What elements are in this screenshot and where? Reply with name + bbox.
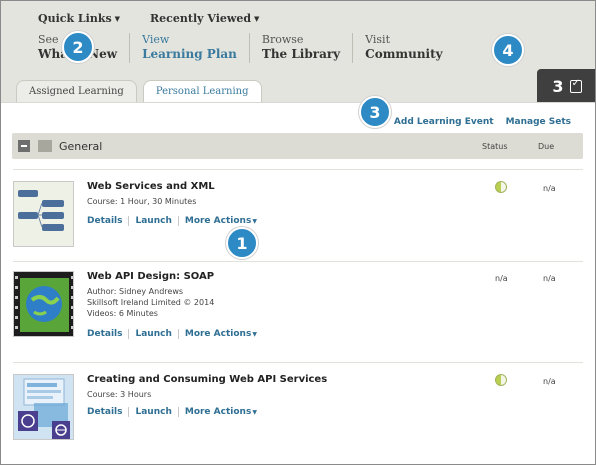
callout-marker-1: 1 [226, 227, 258, 259]
group-label: General [59, 139, 103, 153]
item-title[interactable]: Creating and Consuming Web API Services [87, 374, 327, 385]
course-thumbnail[interactable] [13, 181, 74, 247]
list-item: Creating and Consuming Web API Services … [13, 374, 583, 444]
nav-learning-plan-line1: View [142, 33, 170, 46]
link-separator [177, 216, 179, 226]
status-value: n/a [495, 274, 508, 283]
list-item: Web Services and XML Course: 1 Hour, 30 … [13, 181, 583, 251]
nav-community-line2: Community [365, 47, 443, 61]
nav-library-line1: Browse [261, 33, 304, 46]
group-header: General Status Due [12, 133, 583, 159]
tab-assigned-learning[interactable]: Assigned Learning [16, 80, 137, 103]
launch-link[interactable]: Launch [135, 329, 171, 339]
due-column-header: Due [538, 141, 555, 151]
web-services-thumbnail-icon [14, 375, 73, 439]
link-separator [177, 407, 179, 417]
item-links: Details Launch More Actions▼ [87, 407, 257, 417]
plan-actions: Add Learning Event Manage Sets [394, 117, 571, 127]
more-actions-link[interactable]: More Actions▼ [185, 216, 257, 226]
item-meta: Course: 3 Hours [87, 390, 152, 399]
main-nav: See What's New View Learning Plan Browse… [38, 33, 455, 63]
item-meta-duration: Videos: 6 Minutes [87, 309, 158, 318]
manage-sets-link[interactable]: Manage Sets [506, 117, 571, 127]
half-complete-status-icon [495, 374, 507, 386]
quick-links-label: Quick Links [38, 12, 112, 25]
folder-icon [38, 140, 52, 152]
more-actions-link[interactable]: More Actions▼ [185, 407, 257, 417]
details-link[interactable]: Details [87, 329, 122, 339]
more-actions-link[interactable]: More Actions▼ [185, 329, 257, 339]
recently-viewed-menu[interactable]: Recently Viewed ▼ [150, 12, 259, 25]
details-link[interactable]: Details [87, 407, 122, 417]
link-separator [177, 329, 179, 339]
course-thumbnail[interactable] [13, 374, 74, 440]
nav-library-line2: The Library [261, 47, 341, 61]
divider [13, 261, 583, 262]
nav-learning-plan[interactable]: View Learning Plan [129, 33, 249, 63]
chevron-down-icon: ▼ [254, 14, 260, 23]
link-separator [128, 407, 130, 417]
launch-link[interactable]: Launch [135, 216, 171, 226]
side-panel-number: 3 [552, 76, 564, 96]
divider [13, 169, 583, 170]
more-actions-label: More Actions [184, 407, 252, 417]
divider [13, 362, 583, 363]
quick-links-menu[interactable]: Quick Links ▼ [38, 12, 120, 25]
status-column-header: Status [482, 141, 508, 151]
learning-tabs: Assigned Learning Personal Learning [16, 80, 262, 103]
details-link[interactable]: Details [87, 216, 122, 226]
nav-community[interactable]: Visit Community [352, 33, 454, 63]
add-learning-event-link[interactable]: Add Learning Event [394, 117, 494, 127]
recently-viewed-label: Recently Viewed [150, 12, 252, 25]
more-actions-label: More Actions [184, 329, 252, 339]
link-separator [128, 329, 130, 339]
item-meta-publisher: Skillsoft Ireland Limited © 2014 [87, 298, 215, 307]
nav-learning-plan-line2: Learning Plan [142, 47, 237, 61]
tab-personal-learning[interactable]: Personal Learning [142, 80, 262, 103]
diagram-thumbnail-icon [14, 182, 73, 246]
chevron-down-icon: ▼ [252, 218, 257, 225]
half-complete-status-icon [495, 181, 507, 193]
video-thumbnail[interactable] [13, 271, 74, 337]
due-value: n/a [543, 184, 556, 193]
link-separator [128, 216, 130, 226]
item-links: Details Launch More Actions▼ [87, 329, 257, 339]
more-actions-label: More Actions [184, 216, 252, 226]
item-title[interactable]: Web API Design: SOAP [87, 271, 214, 282]
due-value: n/a [543, 377, 556, 386]
item-meta: Course: 1 Hour, 30 Minutes [87, 197, 197, 206]
item-title[interactable]: Web Services and XML [87, 181, 215, 192]
item-meta-author: Author: Sidney Andrews [87, 287, 184, 296]
callout-marker-4: 4 [492, 34, 524, 66]
item-links: Details Launch More Actions▼ [87, 216, 257, 226]
top-links: Quick Links ▼ Recently Viewed ▼ [38, 12, 259, 25]
nav-library[interactable]: Browse The Library [248, 33, 352, 63]
chevron-down-icon: ▼ [114, 14, 121, 23]
callout-marker-2: 2 [62, 31, 94, 63]
side-panel-toggle[interactable]: 3 [537, 69, 595, 103]
collapse-icon[interactable] [18, 140, 30, 152]
list-item: Web API Design: SOAP Author: Sidney Andr… [13, 271, 583, 341]
due-value: n/a [543, 274, 556, 283]
callout-marker-3: 3 [359, 96, 391, 128]
chevron-down-icon: ▼ [252, 409, 257, 416]
learning-plan-content: Add Learning Event Manage Sets General S… [1, 102, 595, 464]
checklist-icon [569, 78, 582, 93]
globe-film-icon [14, 272, 73, 336]
nav-community-line1: Visit [365, 33, 390, 46]
chevron-down-icon: ▼ [252, 331, 257, 338]
launch-link[interactable]: Launch [135, 407, 171, 417]
app-frame: Quick Links ▼ Recently Viewed ▼ See What's… [0, 0, 596, 465]
